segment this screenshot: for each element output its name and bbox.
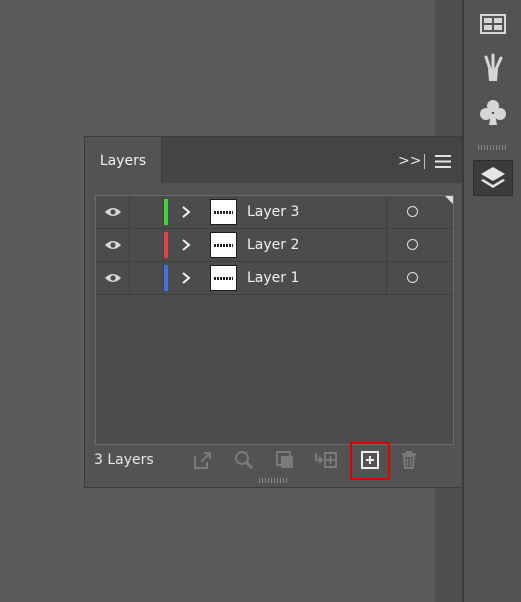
dock-grip[interactable] <box>478 145 508 150</box>
row-divider <box>386 196 387 228</box>
brushes-button[interactable] <box>473 50 513 86</box>
panel-resize-grip[interactable] <box>259 478 289 483</box>
visibility-toggle[interactable] <box>96 262 130 294</box>
symbols-button[interactable] <box>473 94 513 130</box>
layer-name[interactable]: Layer 1 <box>247 270 299 286</box>
layer-row[interactable]: Layer 3 <box>96 196 453 229</box>
target-circle-icon[interactable] <box>407 206 418 217</box>
symbols-club-icon <box>480 100 506 125</box>
lock-toggle[interactable] <box>129 229 164 261</box>
clipping-mask-button[interactable] <box>273 448 297 472</box>
layer-thumbnail <box>210 199 237 225</box>
target-circle-icon[interactable] <box>407 272 418 283</box>
layers-list: Layer 3 Layer 2 Layer 1 <box>95 195 454 445</box>
lock-toggle[interactable] <box>129 196 164 228</box>
layer-thumbnail <box>210 265 237 291</box>
chevron-right-icon[interactable] <box>180 238 192 252</box>
eye-icon <box>104 241 121 249</box>
tab-layers[interactable]: Layers <box>85 137 162 184</box>
libraries-button[interactable] <box>473 6 513 42</box>
row-divider <box>386 262 387 294</box>
layers-stack-icon <box>481 167 505 188</box>
layer-row[interactable]: Layer 1 <box>96 262 453 295</box>
locate-object-icon <box>235 451 254 470</box>
collapse-panel-button[interactable]: >> <box>398 153 421 169</box>
visibility-toggle[interactable] <box>96 229 130 261</box>
new-sublayer-icon <box>315 452 337 468</box>
chevron-right-icon[interactable] <box>180 271 192 285</box>
visibility-toggle[interactable] <box>96 196 130 228</box>
new-sublayer-button[interactable] <box>314 448 338 472</box>
layer-color-bar <box>164 199 168 225</box>
target-circle-icon[interactable] <box>407 239 418 250</box>
layer-color-bar <box>164 265 168 291</box>
libraries-grid-icon <box>480 14 506 34</box>
layer-name[interactable]: Layer 3 <box>247 204 299 220</box>
layers-button[interactable] <box>473 160 513 196</box>
layer-color-bar <box>164 232 168 258</box>
eye-icon <box>104 208 121 216</box>
layer-thumbnail <box>210 232 237 258</box>
collect-for-export-button[interactable] <box>191 448 215 472</box>
eye-icon <box>104 274 121 282</box>
layers-panel: Layers >> Layer 3 Layer 2 Layer 1 3 Laye… <box>84 136 463 488</box>
row-divider <box>386 229 387 261</box>
layer-name[interactable]: Layer 2 <box>247 237 299 253</box>
locate-object-button[interactable] <box>232 448 256 472</box>
delete-layer-button[interactable] <box>397 448 421 472</box>
layer-row[interactable]: Layer 2 <box>96 229 453 262</box>
brushes-icon <box>484 53 503 81</box>
panel-menu-icon[interactable] <box>435 155 451 168</box>
layer-count-label: 3 Layers <box>94 452 154 468</box>
collect-export-icon <box>194 452 211 469</box>
clipping-mask-icon <box>276 451 293 468</box>
panel-tab-bar: Layers >> <box>85 137 462 184</box>
delete-icon <box>402 451 416 469</box>
right-dock <box>464 0 521 602</box>
lock-toggle[interactable] <box>129 262 164 294</box>
chevron-right-icon[interactable] <box>180 205 192 219</box>
tab-bar-divider <box>424 154 425 169</box>
new-layer-highlight <box>350 442 390 480</box>
